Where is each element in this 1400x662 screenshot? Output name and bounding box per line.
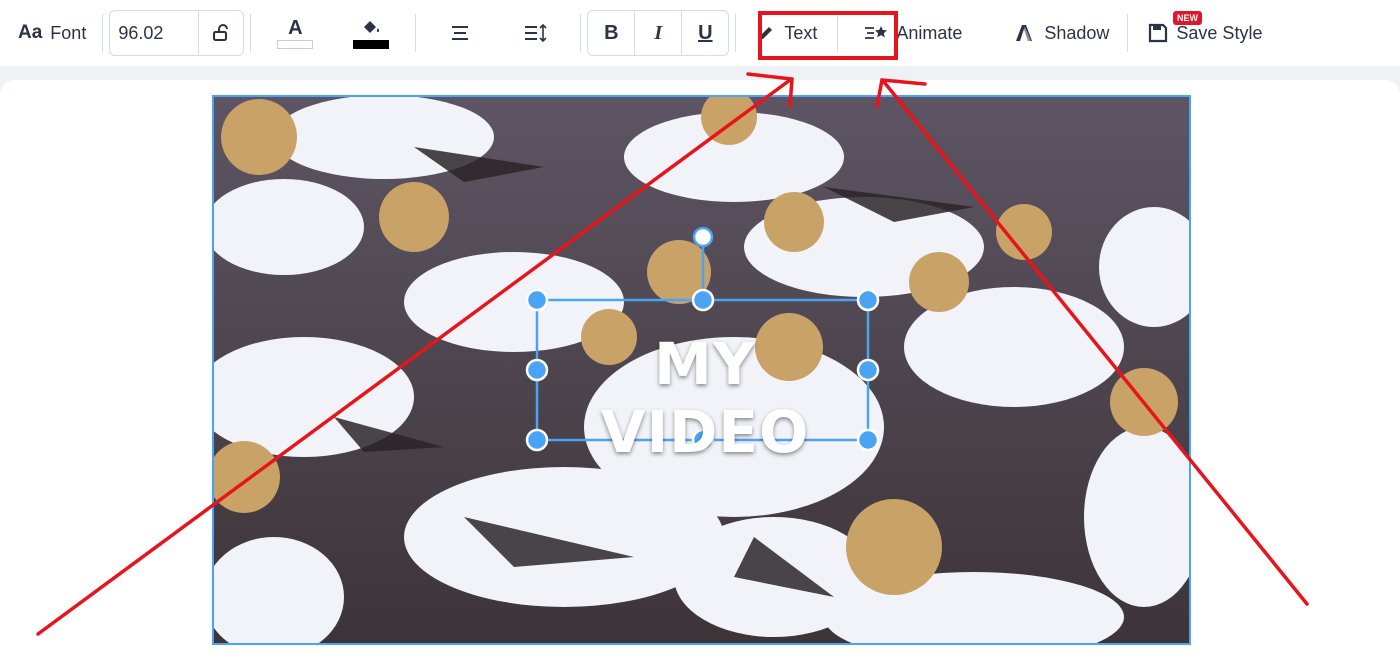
- divider: [735, 14, 737, 52]
- fill-color-button[interactable]: [333, 11, 409, 55]
- divider: [837, 14, 839, 52]
- save-style-label: Save Style: [1176, 22, 1263, 43]
- underline-button[interactable]: U: [682, 11, 728, 55]
- font-button[interactable]: Aa Font: [8, 11, 96, 55]
- text-format-group: B I U: [587, 10, 730, 56]
- animate-label: Animate: [896, 22, 963, 43]
- new-badge: NEW: [1173, 11, 1202, 25]
- align-button[interactable]: [422, 11, 498, 55]
- lock-ratio-button[interactable]: [199, 11, 243, 55]
- paint-bucket-icon: [364, 20, 380, 33]
- font-size-input[interactable]: 96.02: [110, 11, 200, 55]
- divider: [102, 14, 104, 52]
- shadow-icon: [1016, 25, 1033, 41]
- font-icon: Aa: [18, 22, 43, 43]
- italic-button[interactable]: I: [635, 11, 683, 55]
- text-label: Text: [784, 22, 818, 43]
- divider: [580, 14, 582, 52]
- font-size-group: 96.02: [109, 10, 245, 56]
- shadow-label: Shadow: [1044, 22, 1110, 43]
- text-style-toolbar: Aa Font 96.02 A B I U Text Animate Shado…: [0, 0, 1400, 66]
- divider: [1127, 14, 1129, 52]
- animate-icon: [865, 26, 888, 39]
- text-color-button[interactable]: A: [257, 11, 333, 55]
- font-label: Font: [50, 22, 87, 43]
- divider: [415, 14, 417, 52]
- line-spacing-icon: [525, 23, 547, 43]
- animate-button[interactable]: Animate: [854, 11, 994, 55]
- text-color-icon: A: [288, 16, 303, 39]
- pencil-icon: [759, 27, 773, 40]
- line-spacing-button[interactable]: [498, 11, 574, 55]
- fill-color-swatch: [353, 39, 390, 49]
- align-center-icon: [452, 26, 469, 40]
- text-button[interactable]: Text: [746, 11, 827, 55]
- text-color-swatch: [277, 39, 314, 49]
- save-icon: [1149, 23, 1168, 43]
- bold-button[interactable]: B: [588, 11, 636, 55]
- divider: [250, 14, 252, 52]
- shadow-button[interactable]: Shadow: [1004, 11, 1119, 55]
- unlock-icon: [213, 24, 229, 41]
- save-style-button[interactable]: Save Style: [1138, 11, 1272, 55]
- caption-text[interactable]: MY VIDEO: [540, 330, 870, 466]
